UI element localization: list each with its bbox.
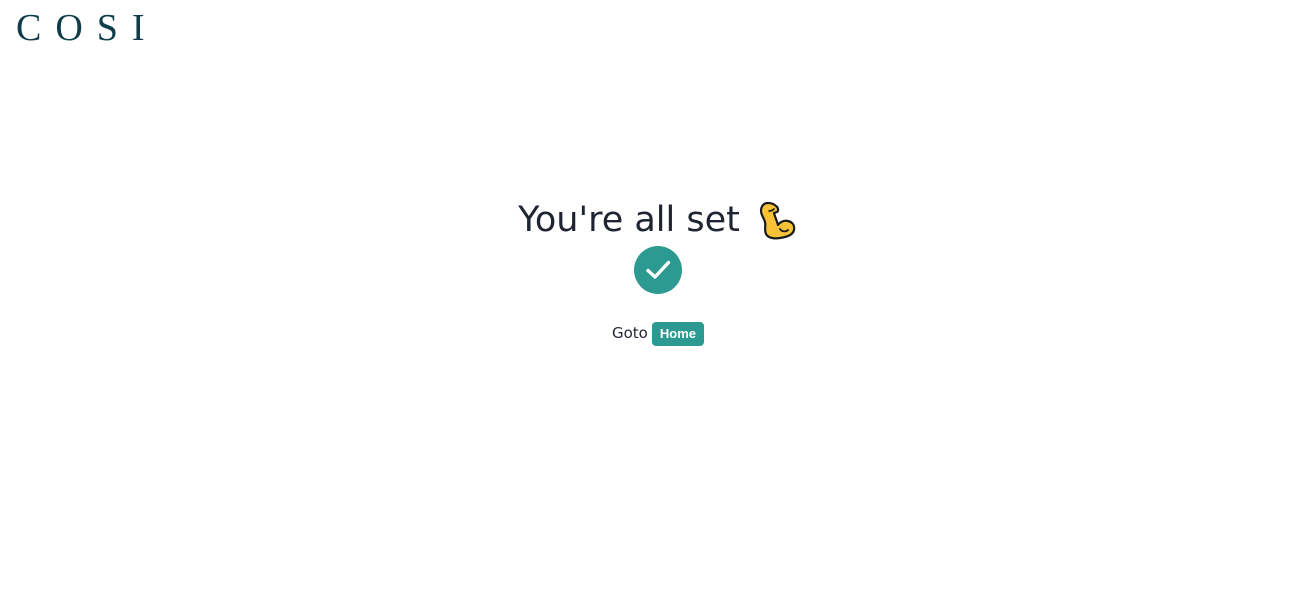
goto-label: Goto — [612, 324, 648, 342]
home-button[interactable]: Home — [651, 322, 704, 346]
page-title: You're all set — [518, 196, 798, 244]
confirmation-panel: You're all set Goto Home — [0, 196, 1316, 346]
flexed-biceps-icon — [752, 197, 798, 243]
checkmark-icon — [634, 246, 682, 294]
headline-text: You're all set — [518, 200, 740, 240]
brand-logo[interactable]: COSI — [16, 8, 159, 48]
goto-row: Goto Home — [0, 320, 1316, 346]
